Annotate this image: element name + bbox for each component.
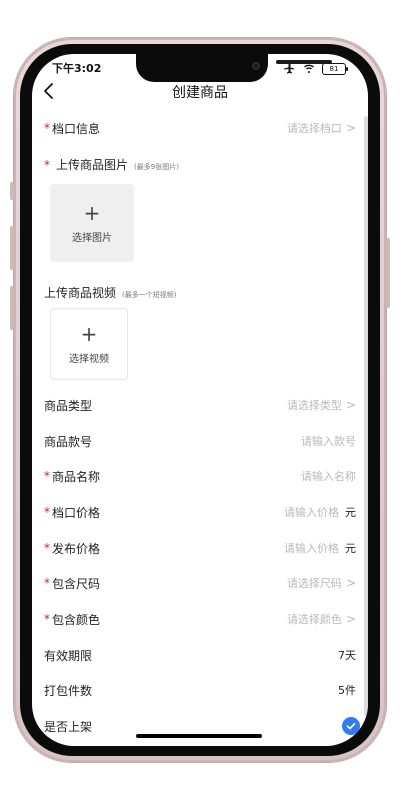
side-button-left-1 (10, 182, 14, 200)
product-name-label: 商品名称 (52, 469, 101, 484)
chevron-right-icon: > (345, 398, 356, 412)
camera-icon (252, 62, 260, 70)
sizes-row[interactable]: * 包含尺码 请选择尺码 > (44, 571, 356, 595)
battery-level: 81 (329, 64, 339, 73)
publish-price-row[interactable]: * 发布价格 请输入价格 元 (44, 536, 356, 560)
style-number-input[interactable]: 请输入款号 (301, 433, 356, 449)
stall-info-label: 档口信息 (52, 121, 101, 136)
publish-price-unit: 元 (345, 542, 356, 555)
required-mark: * (44, 576, 50, 590)
colors-placeholder: 请选择颜色 (286, 613, 342, 626)
validity-row[interactable]: 有效期限 7天 (44, 643, 356, 667)
select-video-button[interactable]: + 选择视频 (50, 308, 128, 380)
publish-price-input[interactable]: 请输入价格 (284, 540, 339, 556)
product-type-row[interactable]: 商品类型 请选择类型 > (44, 393, 356, 417)
notch (136, 54, 332, 82)
stall-price-input[interactable]: 请输入价格 (284, 504, 339, 520)
validity-label: 有效期限 (44, 648, 93, 663)
wifi-icon (302, 59, 316, 78)
page-title: 创建商品 (172, 85, 228, 101)
stall-price-row[interactable]: * 档口价格 请输入价格 元 (44, 500, 356, 524)
upload-images-title: 上传商品图片 (56, 158, 129, 172)
product-type-placeholder: 请选择类型 (286, 399, 342, 412)
product-name-row[interactable]: * 商品名称 请输入名称 (44, 464, 356, 488)
pack-count-label: 打包件数 (44, 683, 93, 698)
listed-label: 是否上架 (44, 719, 93, 734)
style-number-row[interactable]: 商品款号 请输入款号 (44, 429, 356, 453)
home-indicator[interactable] (136, 734, 262, 738)
chevron-right-icon: > (345, 576, 356, 590)
checkmark-icon (346, 722, 356, 730)
select-image-label: 选择图片 (72, 232, 112, 244)
sizes-placeholder: 请选择尺码 (286, 577, 342, 590)
style-number-label: 商品款号 (44, 434, 93, 449)
status-icons: 81 (282, 59, 348, 78)
product-type-label: 商品类型 (44, 398, 93, 413)
stall-price-unit: 元 (345, 506, 356, 519)
chevron-right-icon: > (345, 612, 356, 626)
upload-images-subtitle: (最多9张图片) (134, 163, 179, 171)
publish-price-label: 发布价格 (52, 541, 101, 556)
side-button-right (386, 238, 390, 308)
stall-price-label: 档口价格 (52, 505, 101, 520)
stall-info-placeholder: 请选择档口 (286, 122, 342, 135)
battery-indicator: 81 (322, 62, 348, 75)
scrollbar[interactable] (364, 116, 368, 716)
screen: 下午3:02 81 创建商品 * 档口信息 请选择档口 > * 上传商品图片 (… (32, 54, 368, 746)
product-name-input[interactable]: 请输入名称 (301, 468, 356, 484)
plus-icon: + (80, 321, 98, 346)
validity-value: 7天 (338, 649, 356, 662)
upload-video-title: 上传商品视频 (44, 286, 117, 300)
required-mark: * (44, 541, 50, 555)
upload-video-subtitle: (最多一个短视频) (122, 291, 177, 299)
colors-row[interactable]: * 包含颜色 请选择颜色 > (44, 607, 356, 631)
plus-icon: + (83, 200, 101, 225)
pack-count-value: 5件 (338, 684, 356, 697)
select-video-label: 选择视频 (69, 353, 109, 365)
airplane-icon (282, 59, 296, 78)
pack-count-row[interactable]: 打包件数 5件 (44, 678, 356, 702)
side-button-left-3 (10, 286, 14, 330)
upload-images-section: * 上传商品图片 (最多9张图片) (44, 156, 179, 173)
navigation-bar: 创建商品 (32, 82, 368, 104)
required-mark: * (44, 158, 50, 172)
select-image-button[interactable]: + 选择图片 (50, 184, 134, 262)
required-mark: * (44, 612, 50, 626)
listed-checkbox[interactable] (342, 717, 360, 735)
sizes-label: 包含尺码 (52, 576, 101, 591)
side-button-left-2 (10, 226, 14, 270)
upload-video-section: 上传商品视频 (最多一个短视频) (44, 284, 176, 301)
required-mark: * (44, 505, 50, 519)
colors-label: 包含颜色 (52, 612, 101, 627)
status-time: 下午3:02 (52, 62, 102, 75)
stall-info-row[interactable]: * 档口信息 请选择档口 > (44, 116, 356, 140)
required-mark: * (44, 121, 50, 135)
required-mark: * (44, 469, 50, 483)
chevron-right-icon: > (345, 121, 356, 135)
